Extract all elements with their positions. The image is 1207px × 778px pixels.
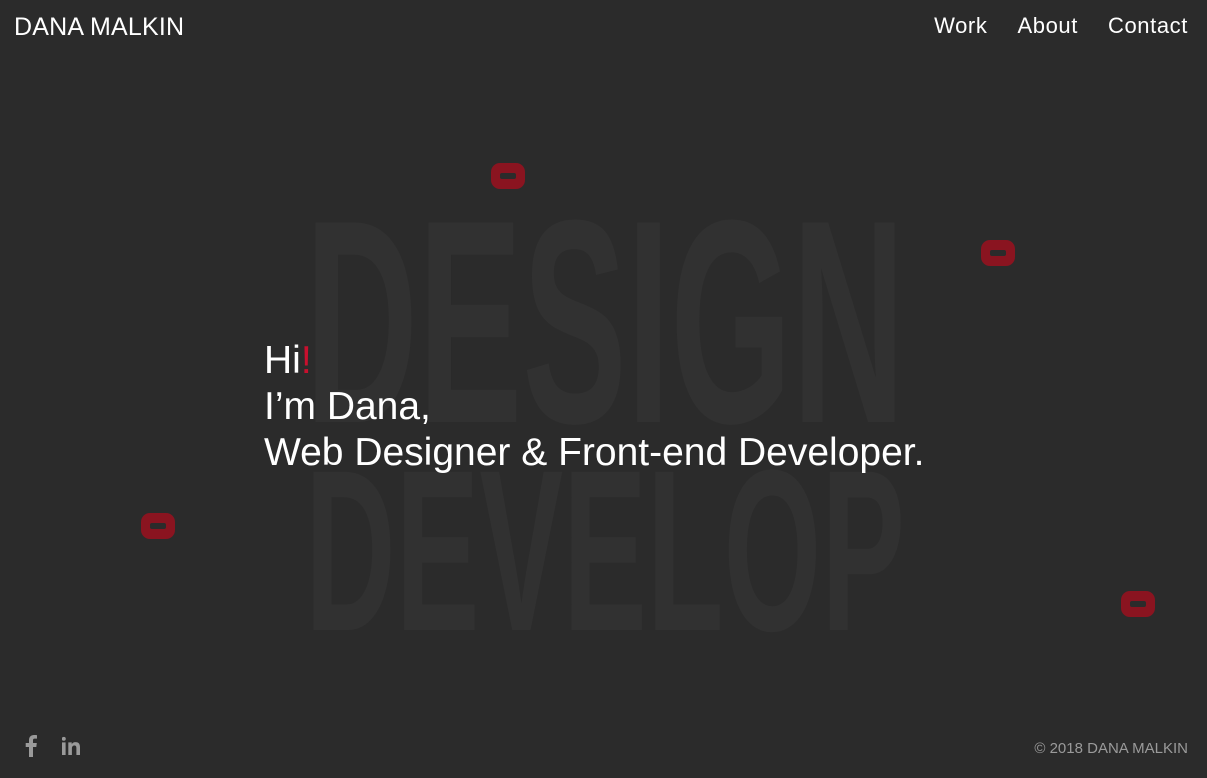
decorative-pill bbox=[981, 240, 1015, 266]
main-nav: Work About Contact bbox=[934, 13, 1188, 39]
hero-name-line: I’m Dana, bbox=[264, 385, 431, 428]
hero-greeting-line: Hi! bbox=[264, 338, 924, 384]
site-logo[interactable]: DANA MALKIN bbox=[14, 13, 184, 42]
nav-item-about[interactable]: About bbox=[1017, 13, 1078, 39]
hero-greeting: Hi bbox=[264, 339, 301, 382]
linkedin-link[interactable] bbox=[62, 734, 80, 758]
hero-role-line: Web Designer & Front-end Developer. bbox=[264, 431, 925, 474]
page: DANA MALKIN Work About Contact DESIGN DE… bbox=[0, 0, 1207, 778]
linkedin-icon bbox=[62, 736, 80, 755]
facebook-link[interactable] bbox=[22, 734, 40, 758]
decorative-pill bbox=[1121, 591, 1155, 617]
facebook-icon bbox=[25, 735, 37, 757]
copyright-text: © 2018 DANA MALKIN bbox=[1034, 740, 1188, 757]
nav-item-contact[interactable]: Contact bbox=[1108, 13, 1188, 39]
nav-item-work[interactable]: Work bbox=[934, 13, 987, 39]
hero-greeting-mark: ! bbox=[300, 339, 312, 382]
social-links bbox=[22, 734, 80, 758]
hero-intro: Hi! I’m Dana, Web Designer & Front-end D… bbox=[264, 338, 924, 476]
decorative-pill bbox=[141, 513, 175, 539]
decorative-pill bbox=[491, 163, 525, 189]
